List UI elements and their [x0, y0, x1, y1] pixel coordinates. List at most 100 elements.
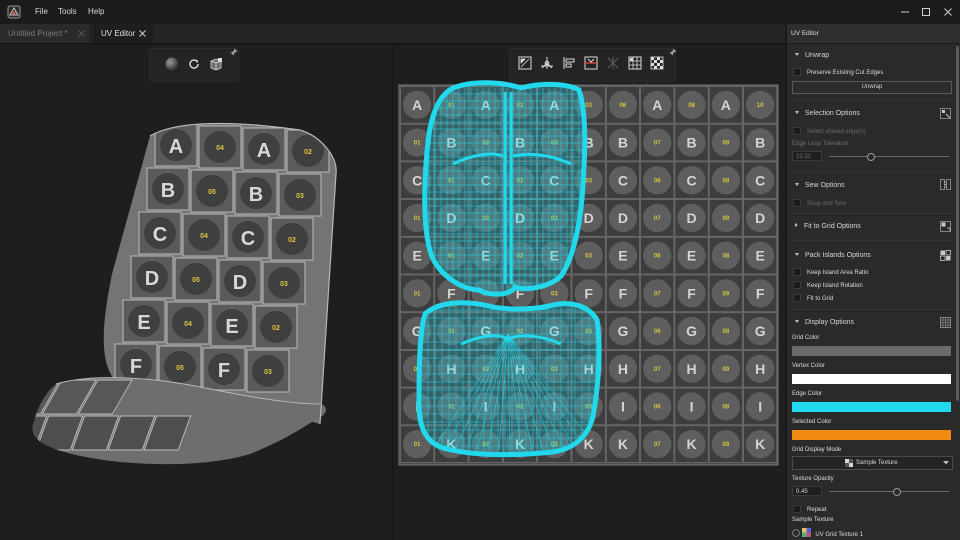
minimize-icon[interactable]: [897, 4, 913, 20]
texture-opacity-slider[interactable]: [829, 491, 949, 492]
repeat-checkbox[interactable]: Repeat: [793, 505, 826, 513]
seat-grid-label: C: [241, 228, 255, 250]
panel-title: UV Editor: [791, 30, 819, 37]
uv-viewport[interactable]: A01A02A0306A08A1001B02B03BB07B09BC01C02C…: [392, 44, 786, 540]
chevron-down-icon: [795, 253, 799, 256]
snap-and-sew-checkbox[interactable]: Snap and Sew: [793, 199, 846, 207]
seat-grid-label: E: [137, 312, 150, 334]
select-shared-edges-checkbox[interactable]: Select shared edge(s): [793, 127, 866, 135]
uv-grid-label: 06: [620, 103, 627, 109]
select-value: Sample Texture: [856, 460, 898, 466]
checkbox-label: Keep Island Rotation: [807, 283, 863, 289]
grid-color-swatch[interactable]: [792, 346, 951, 356]
uv-grid-label: 01: [414, 291, 421, 297]
menu-help[interactable]: Help: [88, 7, 104, 16]
viewport-3d[interactable]: A 04 A 02 B 05 B 03 C 04 C 02 D 05 D 03 E 04 E 02 F 05 F 03: [0, 44, 406, 540]
uv-grid-label: G: [755, 323, 766, 339]
uv-grid-label: 07: [654, 291, 661, 297]
uv-grid-label: 08: [723, 178, 730, 184]
menu-tools[interactable]: Tools: [58, 7, 77, 16]
section-selection-options[interactable]: Selection Options: [795, 110, 860, 117]
uv-grid-label: K: [755, 436, 765, 452]
uv-grid-label: F: [756, 285, 765, 301]
checkbox-label: Repeat: [807, 507, 827, 513]
section-unwrap[interactable]: Unwrap: [795, 52, 829, 59]
unwrap-button[interactable]: Unwrap: [792, 81, 952, 94]
edge-color-swatch[interactable]: [792, 402, 951, 412]
checkbox-box: [793, 505, 801, 513]
pack-islands-icon: [940, 250, 951, 261]
keep-island-area-ratio-checkbox[interactable]: Keep Island Area Ratio: [793, 268, 868, 276]
tab-uv-editor[interactable]: UV Editor: [93, 24, 153, 43]
uv-island-lower[interactable]: [419, 302, 600, 455]
texture-opacity-field[interactable]: 0.45: [792, 486, 822, 496]
menu-file[interactable]: File: [35, 7, 48, 16]
seat-base-cell: [0, 380, 24, 414]
section-title: Fit to Grid Options: [804, 223, 861, 230]
preserve-cut-edges-checkbox[interactable]: Preserve Existing Cut Edges: [793, 68, 883, 76]
uv-grid-label: B: [686, 135, 696, 151]
divider: [791, 213, 953, 214]
grid-display-mode-label: Grid Display Mode: [792, 447, 842, 453]
uv-grid-label: C: [412, 172, 422, 188]
seat-grid-label: A: [169, 136, 183, 158]
section-title: Selection Options: [805, 110, 860, 117]
section-display-options[interactable]: Display Options: [795, 319, 854, 326]
grid-display-mode-select[interactable]: Sample Texture: [792, 456, 953, 470]
fit-to-grid-checkbox[interactable]: Fit to Grid: [793, 294, 833, 302]
chevron-right-icon: [795, 223, 798, 227]
close-tab-icon[interactable]: [139, 30, 146, 37]
seat-grid-label: F: [218, 360, 230, 382]
tab-untitled-project[interactable]: Untitled Project *: [0, 24, 91, 43]
uv-grid-label: 07: [654, 442, 661, 448]
edge-loop-tolerance-slider[interactable]: [829, 156, 949, 157]
edge-color-label: Edge Color: [792, 391, 823, 397]
sample-texture-option[interactable]: UV Grid Texture 1: [792, 528, 863, 538]
section-pack-islands-options[interactable]: Pack Islands Options: [795, 252, 871, 259]
chevron-down-icon: [795, 111, 799, 114]
uv-grid-label: F: [447, 285, 456, 301]
panel-scrollbar[interactable]: [956, 46, 959, 401]
slider-knob[interactable]: [892, 488, 901, 496]
app-logo-icon: [7, 5, 21, 19]
uv-grid-label: 06: [654, 254, 661, 260]
checkbox-label: Select shared edge(s): [807, 129, 866, 135]
divider: [791, 309, 953, 310]
seat-3d-model[interactable]: A 04 A 02 B 05 B 03 C 04 C 02 D 05 D 03 E 04 E 02 F 05 F 03: [0, 44, 391, 540]
uv-grid-label: A: [652, 97, 662, 113]
slider-knob[interactable]: [867, 153, 875, 161]
uv-grid-label: 08: [723, 329, 730, 335]
seat-grid-label: 03: [296, 193, 304, 200]
uv-grid-label: 09: [723, 367, 730, 373]
section-fit-to-grid-options[interactable]: Fit to Grid Options: [795, 223, 861, 230]
seat-grid-label: 02: [288, 237, 296, 244]
close-window-icon[interactable]: [940, 4, 956, 20]
uv-grid-canvas[interactable]: A01A02A0306A08A1001B02B03BB07B09BC01C02C…: [393, 44, 786, 540]
section-sew-options[interactable]: Sew Options: [795, 182, 845, 189]
close-tab-icon[interactable]: [78, 30, 85, 37]
uv-grid-label: G: [686, 323, 697, 339]
selected-color-swatch[interactable]: [792, 430, 951, 440]
tab-label: Untitled Project *: [8, 29, 68, 38]
uv-grid-label: 03: [551, 291, 558, 297]
section-title: Sew Options: [805, 182, 845, 189]
selection-options-icon: [940, 108, 951, 119]
uv-grid-label: 01: [414, 216, 421, 222]
vertex-color-swatch[interactable]: [792, 374, 951, 384]
uv-grid-label: E: [687, 248, 696, 264]
checkbox-box: [793, 268, 801, 276]
chevron-down-icon: [795, 183, 799, 186]
chevron-down-icon: [795, 320, 799, 323]
maximize-icon[interactable]: [918, 4, 934, 20]
display-grid-icon: [940, 317, 951, 328]
keep-island-rotation-checkbox[interactable]: Keep Island Rotation: [793, 281, 863, 289]
seat-grid-label: D: [233, 272, 247, 294]
panel-header: UV Editor: [787, 24, 960, 44]
uv-grid-label: H: [755, 361, 765, 377]
uv-grid-label: 07: [654, 216, 661, 222]
uv-grid-label: I: [758, 398, 762, 414]
seat-base-cell: [32, 415, 48, 451]
edge-loop-tolerance-field[interactable]: 23.32: [792, 151, 822, 161]
uv-grid-label: I: [690, 398, 694, 414]
seat-grid-label: 03: [264, 369, 272, 376]
